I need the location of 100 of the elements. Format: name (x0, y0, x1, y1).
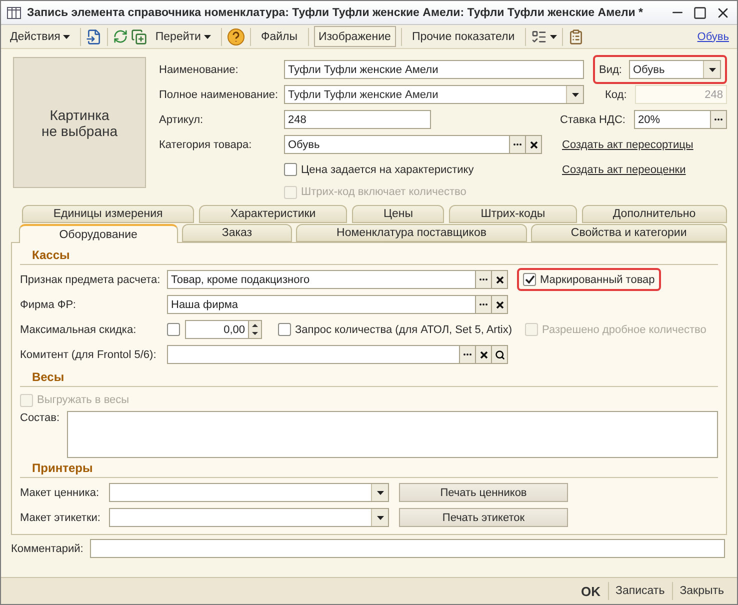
text-field[interactable]: 20% (634, 110, 711, 129)
toolbar-button[interactable]: Прочие показатели (406, 26, 520, 47)
dropdown-field[interactable] (109, 483, 389, 502)
clipboard-icon[interactable] (568, 28, 584, 44)
toolbar-link[interactable]: Обувь (697, 30, 733, 42)
checkbox[interactable] (284, 163, 297, 176)
print-button[interactable]: Печать ценников (399, 483, 568, 502)
caret-icon (572, 92, 578, 96)
text-field[interactable] (90, 539, 725, 558)
section-title: Принтеры (31, 460, 94, 477)
field-label: Ставка НДС: (560, 112, 626, 126)
document-arrow-icon[interactable] (86, 28, 102, 44)
tab[interactable]: Штрих-коды (449, 205, 577, 223)
clear-button[interactable] (476, 345, 492, 364)
refresh-icon[interactable] (113, 29, 128, 44)
text-field[interactable]: Туфли Туфли женские Амели (284, 60, 584, 79)
actions-menu[interactable]: Действия (5, 26, 76, 47)
footer-button[interactable]: Записать (608, 582, 672, 600)
text-field[interactable]: 248 (284, 110, 431, 129)
field-label: Наименование: (159, 62, 240, 76)
tab[interactable]: Свойства и категории (530, 224, 728, 242)
dropdown-field[interactable]: Обувь (629, 60, 721, 79)
tab[interactable]: Оборудование (19, 224, 178, 243)
search-button[interactable] (492, 345, 508, 364)
text-field[interactable]: Наша фирма (167, 295, 476, 314)
search-icon (494, 350, 504, 360)
checkbox-label: Разрешено дробное количество (542, 324, 706, 336)
field-label: Вид: (599, 62, 623, 76)
dots-icon (714, 118, 723, 121)
field-label: Макет этикетки: (20, 510, 102, 524)
checkbox[interactable] (278, 323, 291, 336)
dots-icon (513, 143, 522, 146)
dropdown-field[interactable]: Туфли Туфли женские Амели (284, 85, 584, 104)
maximize-icon[interactable] (693, 6, 707, 20)
footer-button[interactable]: OK (574, 582, 608, 600)
clear-button[interactable] (492, 270, 508, 289)
field-label: Категория товара: (159, 138, 253, 152)
tab[interactable]: Единицы измерения (22, 205, 194, 223)
choose-button[interactable] (460, 345, 476, 364)
field-label: Полное наименование: (159, 88, 280, 102)
caret-icon (708, 68, 716, 72)
tab[interactable]: Дополнительно (582, 205, 728, 223)
footer-button[interactable]: Закрыть (672, 582, 731, 600)
dots-icon (479, 303, 488, 306)
action-link[interactable]: Создать акт переоценки (562, 164, 727, 176)
toolbar-button[interactable]: Изображение (314, 26, 396, 47)
action-link[interactable]: Создать акт пересортицы (562, 138, 727, 150)
text-field[interactable] (167, 345, 460, 364)
checkbox[interactable] (167, 323, 180, 336)
checkbox-label: Выгружать в весы (37, 394, 130, 406)
dots-icon (463, 353, 472, 356)
caret-icon (550, 34, 557, 38)
choose-button[interactable] (476, 295, 492, 314)
print-button[interactable]: Печать этикеток (399, 508, 568, 527)
toolbar-button[interactable]: Файлы (256, 26, 303, 47)
field-label: Комитент (для Frontol 5/6): (20, 348, 158, 362)
field-label: Артикул: (159, 112, 204, 126)
field-label: Состав: (20, 411, 60, 425)
checkbox-label: Цена задается на характеристику (301, 164, 474, 176)
help-icon[interactable] (226, 28, 245, 46)
checkbox[interactable] (523, 273, 536, 286)
text-field[interactable]: Обувь (284, 135, 510, 154)
window-title: Запись элемента справочника номенклатура: Туфли Туфли женские Амели: Туфли Туфли женские Амели * (27, 6, 644, 18)
copy-add-icon[interactable] (131, 28, 148, 44)
checkbox-label: Маркированный товар (540, 274, 655, 286)
field-label: Комментарий: (11, 542, 84, 556)
choose-button[interactable] (510, 135, 526, 154)
checkbox-label: Запрос количества (для АТОЛ, Set 5, Artix) (295, 324, 512, 336)
clear-icon (496, 276, 504, 284)
tab[interactable]: Цены (352, 205, 444, 223)
field-label: Код: (605, 88, 628, 102)
goto-menu[interactable]: Перейти (150, 26, 216, 47)
caret-icon (204, 34, 211, 38)
tab[interactable]: Заказ (182, 224, 292, 242)
tab[interactable]: Номенклатура поставщиков (296, 224, 527, 242)
table-icon (7, 6, 21, 18)
field-label: Максимальная скидка: (20, 322, 138, 336)
tab[interactable]: Характеристики (199, 205, 348, 223)
check-icon (524, 275, 534, 284)
checkbox-label: Штрих-код включает количество (301, 186, 466, 198)
image-placeholder[interactable]: Картинка не выбрана (13, 57, 146, 188)
list-icon[interactable] (530, 28, 547, 44)
caret-icon (376, 490, 384, 494)
text-field[interactable]: Товар, кроме подакцизного (167, 270, 476, 289)
section-title: Весы (31, 369, 66, 386)
section-title: Кассы (31, 247, 71, 264)
dots-icon (479, 278, 488, 281)
spinner-icon[interactable] (249, 320, 262, 339)
choose-button[interactable] (476, 270, 492, 289)
caret-icon (63, 34, 70, 38)
clear-icon (480, 350, 488, 358)
field-label: Фирма ФР: (20, 298, 77, 312)
clear-icon (530, 140, 538, 148)
dropdown-field[interactable] (109, 508, 389, 527)
clear-button[interactable] (492, 295, 508, 314)
field-label: Макет ценника: (20, 486, 100, 500)
field-label: Признак предмета расчета: (20, 272, 162, 286)
choose-button[interactable] (711, 110, 727, 129)
clear-button[interactable] (526, 135, 542, 154)
number-field[interactable]: 0,00 (185, 320, 249, 339)
